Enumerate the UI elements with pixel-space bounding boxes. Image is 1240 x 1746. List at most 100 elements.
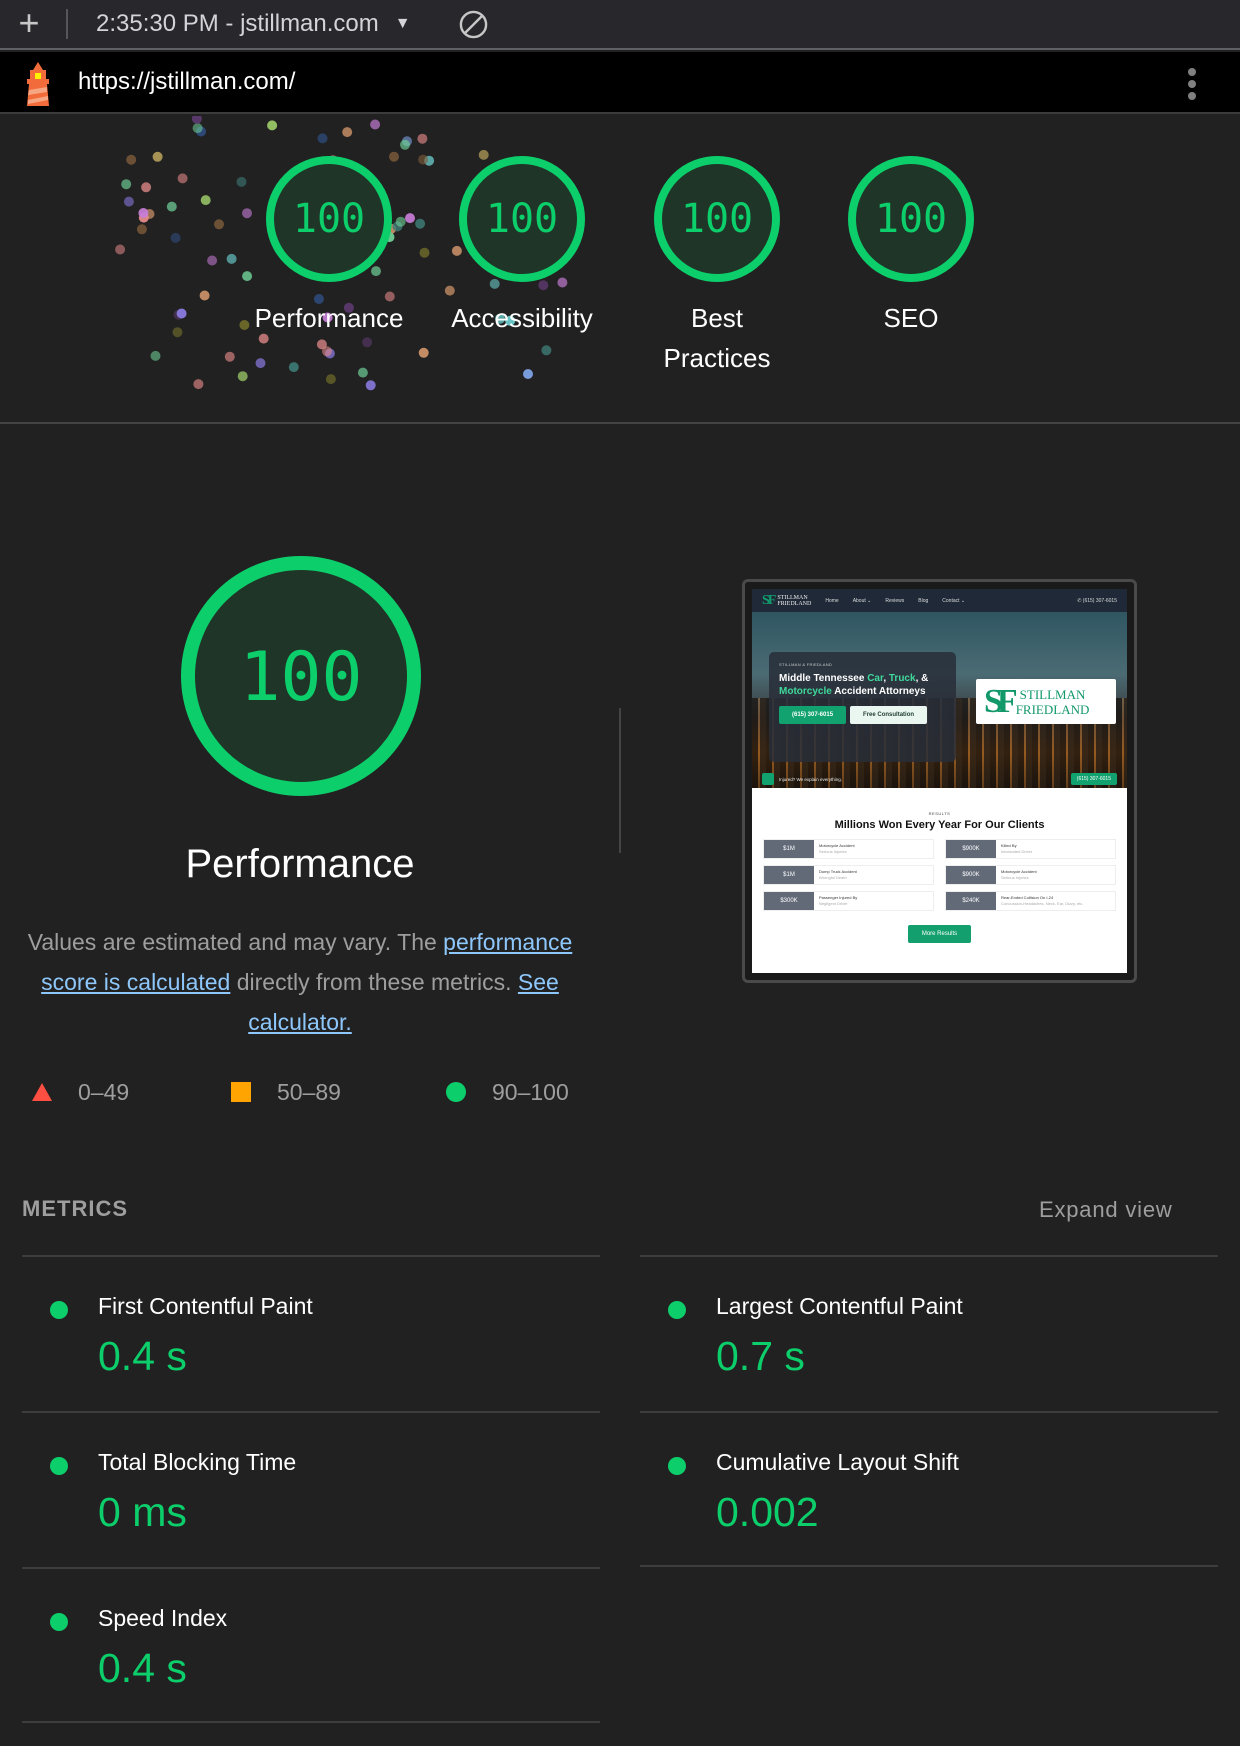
- triangle-down-icon: ▼: [394, 15, 411, 32]
- confetti-dot: [322, 346, 332, 357]
- confetti-dot: [166, 201, 177, 212]
- confetti-dot: [152, 151, 163, 162]
- confetti-dot: [224, 351, 235, 362]
- gauge-accessibility[interactable]: 100 Accessibility: [442, 154, 602, 338]
- confetti-dot: [342, 127, 353, 138]
- confetti-dot: [193, 379, 204, 390]
- thumb-result-row: $300K Passenger Injured By Negligent Drive…: [763, 891, 934, 911]
- result-amount: $900K: [946, 840, 996, 858]
- confetti-dot: [170, 232, 181, 243]
- orange-square-icon: [231, 1082, 251, 1102]
- metric-value: 0 ms: [98, 1489, 187, 1535]
- thumb-hero-card: STILLMAN & FRIEDLAND Middle Tennessee Ca…: [769, 652, 956, 762]
- page-screenshot: SF STILLMAN FRIEDLAND Home About ⌄ Review…: [752, 589, 1127, 973]
- thumb-results-title: Millions Won Every Year For Our Clients: [834, 819, 1045, 831]
- result-amount: $240K: [946, 892, 996, 910]
- thumb-headline: Middle Tennessee Car, Truck, & Motorcycl…: [779, 673, 929, 697]
- url-bar: https://jstillman.com/: [0, 52, 1240, 114]
- thumb-nav-item: Contact ⌄: [942, 597, 966, 604]
- confetti-decoration: [115, 116, 568, 391]
- metric-name: Cumulative Layout Shift: [716, 1449, 959, 1475]
- toolbar-divider: [66, 9, 68, 39]
- green-circle-icon: [50, 1457, 68, 1475]
- result-text: Motorcycle Accident Serious Injuries: [1001, 869, 1037, 880]
- kebab-menu-icon[interactable]: [1180, 64, 1204, 102]
- report-selector[interactable]: 2:35:30 PM - jstillman.com ▼: [96, 9, 411, 39]
- thumb-nav-item: About ⌄: [852, 597, 872, 604]
- gauge-ring: 100: [848, 156, 974, 282]
- report-selector-label: 2:35:30 PM - jstillman.com: [96, 10, 379, 37]
- result-amount: $900K: [946, 866, 996, 884]
- thumb-results-grid: $1M Motorcycle Accident Serious Injuries $9…: [752, 831, 1127, 911]
- legend-label: 0–49: [78, 1078, 130, 1105]
- thumb-result-row: $240K Rear-Ended Collision On I-24 Concuss…: [945, 891, 1116, 911]
- confetti-dot: [418, 347, 429, 358]
- result-amount: $300K: [764, 892, 814, 910]
- confetti-dot: [123, 196, 134, 207]
- result-text: Killed By Intoxicated Driver: [1001, 843, 1033, 854]
- thumb-logo: SF STILLMAN FRIEDLAND: [762, 593, 811, 609]
- confetti-dot: [192, 123, 203, 134]
- thumb-call-button: (615) 307-6015: [779, 706, 847, 724]
- confetti-dot: [365, 380, 376, 391]
- desc-text-2: directly from these metrics.: [230, 969, 518, 995]
- report-toolbar: + 2:35:30 PM - jstillman.com ▼: [0, 0, 1240, 50]
- plus-icon[interactable]: +: [14, 5, 44, 41]
- confetti-dot: [362, 337, 373, 348]
- final-screenshot[interactable]: SF STILLMAN FRIEDLAND Home About ⌄ Review…: [742, 579, 1137, 983]
- metric-name: Largest Contentful Paint: [716, 1293, 963, 1319]
- legend-fail: 0–49: [32, 1074, 129, 1110]
- confetti-dot: [400, 139, 410, 150]
- metric-si: Speed Index 0.4 s: [22, 1569, 582, 1725]
- thumb-eyebrow: STILLMAN & FRIEDLAND: [779, 662, 833, 667]
- confetti-dot: [317, 133, 328, 144]
- gauge-label: SEO: [883, 303, 939, 333]
- gauge-performance[interactable]: 100 Performance: [249, 154, 409, 338]
- confetti-dot: [141, 182, 152, 193]
- section-divider: [619, 708, 621, 853]
- result-text: Dump Truck Accident Wrongful Death: [819, 869, 857, 880]
- confetti-dot: [207, 255, 218, 266]
- metric-tbt: Total Blocking Time 0 ms: [22, 1413, 582, 1569]
- confetti-dot: [419, 247, 430, 258]
- block-icon[interactable]: [458, 9, 489, 40]
- metric-value: 0.4 s: [98, 1645, 187, 1691]
- legend-label: 90–100: [492, 1078, 569, 1105]
- desc-text-1: Values are estimated and may vary. The: [27, 929, 444, 955]
- green-circle-icon: [50, 1613, 68, 1631]
- confetti-dot: [523, 369, 533, 379]
- confetti-dot: [214, 219, 224, 230]
- green-circle-icon: [50, 1301, 68, 1319]
- logo-mark: SF: [762, 592, 776, 608]
- thumb-result-row: $1M Motorcycle Accident Serious Injuries: [763, 839, 934, 859]
- gauge-seo[interactable]: 100 SEO: [831, 154, 991, 338]
- divider: [640, 1565, 1218, 1567]
- gauge-score: 100: [293, 196, 365, 242]
- confetti-dot: [415, 218, 426, 229]
- confetti-dot: [199, 290, 210, 301]
- confetti-dot: [136, 224, 147, 235]
- thumb-phone: ✆ (615) 307-6015: [1077, 597, 1117, 604]
- metric-value: 0.002: [716, 1489, 819, 1535]
- logo-mark: SF: [984, 682, 1018, 720]
- confetti-dot: [237, 371, 248, 382]
- confetti-dot: [236, 176, 247, 187]
- gauge-label: Best Practices: [663, 303, 771, 373]
- confetti-dot: [370, 119, 381, 130]
- metric-fcp: First Contentful Paint 0.4 s: [22, 1257, 582, 1413]
- confetti-dot: [541, 345, 552, 356]
- confetti-dot: [138, 208, 149, 218]
- expand-view-toggle[interactable]: Expand view: [1039, 1197, 1173, 1223]
- green-circle-icon: [668, 1457, 686, 1475]
- metric-value: 0.7 s: [716, 1333, 805, 1379]
- result-amount: $1M: [764, 866, 814, 884]
- confetti-dot: [417, 133, 428, 144]
- thumb-nav: SF STILLMAN FRIEDLAND Home About ⌄ Review…: [752, 589, 1127, 612]
- result-amount: $1M: [764, 840, 814, 858]
- thumb-result-row: $900K Killed By Intoxicated Driver: [945, 839, 1116, 859]
- confetti-dot: [325, 374, 336, 385]
- report-url[interactable]: https://jstillman.com/: [78, 68, 295, 96]
- logo-bottom: FRIEDLAND: [777, 600, 812, 607]
- performance-title: Performance: [185, 842, 415, 886]
- gauge-best-practices[interactable]: 100 Best Practices: [637, 154, 797, 378]
